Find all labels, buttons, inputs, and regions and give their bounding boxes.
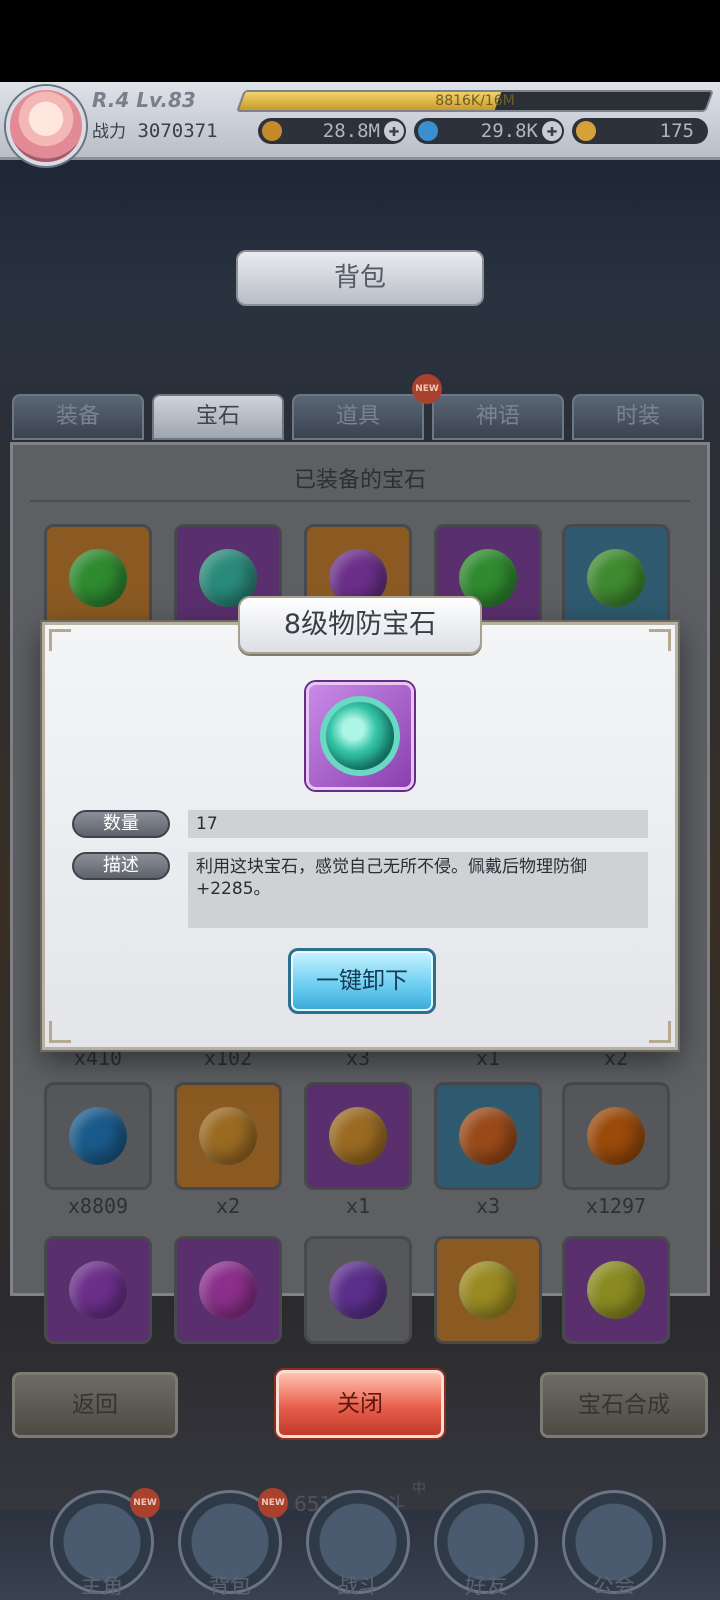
nav-bag-label: 背包 [209,1574,251,1598]
tab-divine-words[interactable]: 神语 [432,394,564,440]
inventory-gem-slot[interactable] [174,1236,282,1344]
gem-icon [69,549,127,607]
nav-guild-label: 公会 [593,1574,635,1598]
player-avatar[interactable] [6,86,86,166]
tab-fashion[interactable]: 时装 [572,394,704,440]
new-badge: NEW [130,1488,160,1518]
tab-equipment[interactable]: 装备 [12,394,144,440]
corner-ornament [649,1021,671,1043]
exp-text: 8816K/16M [435,93,515,109]
diamond-resource: 29.8K ✚ [414,118,564,144]
inventory-gem-slot[interactable] [44,1082,152,1190]
gem-icon [329,1261,387,1319]
divider [30,500,690,502]
gem-icon [199,1107,257,1165]
nav-battle-label: 战斗 [337,1574,379,1598]
gem-quantity: x8809 [67,1194,129,1218]
inventory-gem-slot[interactable] [44,1236,152,1344]
nav-friends-label: 好友 [465,1574,507,1598]
description-label: 描述 [72,852,170,880]
unequip-all-button[interactable]: 一键卸下 [288,948,436,1014]
game-screen: R.4 Lv.83 8816K/16M 战力 3070371 28.8M ✚ 2… [0,0,720,1600]
gem-icon [587,1261,645,1319]
combat-power-label: 战力 [92,122,126,142]
add-diamond-button[interactable]: ✚ [542,121,562,141]
corner-ornament [649,629,671,651]
gem-icon [459,1261,517,1319]
add-gold-button[interactable]: ✚ [384,121,404,141]
gem-icon [459,1107,517,1165]
gem-icon [199,1261,257,1319]
inventory-gem-slot[interactable] [434,1236,542,1344]
gem-quantity: x2 [215,1194,241,1218]
rank-level: R.4 Lv.83 [92,88,196,112]
corner-ornament [49,1021,71,1043]
combat-power-value: 3070371 [137,120,218,142]
gold-resource: 28.8M ✚ [258,118,406,144]
combat-power: 战力 3070371 [92,118,242,144]
page-title: 背包 [236,250,484,306]
gem-icon [587,549,645,607]
inventory-gem-slot[interactable] [562,1082,670,1190]
new-badge: NEW [412,374,442,404]
tab-gems[interactable]: 宝石 [152,394,284,440]
corner-ornament [49,629,71,651]
gem-quantity: x1 [345,1194,371,1218]
stage-status: 中 [412,1481,426,1497]
dialog-title: 8级物防宝石 [238,596,482,654]
inventory-gem-slot[interactable] [304,1236,412,1344]
description-text: 利用这块宝石，感觉自己无所不侵。佩戴后物理防御+2285。 [188,852,648,928]
quantity-value: 17 [188,810,648,838]
nav-hero-label: 主角 [81,1574,123,1598]
teal-gem-icon [326,702,394,770]
equipped-gems-heading: 已装备的宝石 [293,468,426,493]
gem-icon [329,1107,387,1165]
quantity-label: 数量 [72,810,170,838]
diamond-value: 29.8K [480,120,538,142]
tab-items[interactable]: 道具 [292,394,424,440]
ticket-value: 175 [659,120,694,142]
gem-quantity: x3 [475,1194,501,1218]
close-button[interactable]: 关闭 [276,1370,444,1438]
new-badge: NEW [258,1488,288,1518]
gem-icon [69,1261,127,1319]
gold-value: 28.8M [322,120,380,142]
equipped-gem-slot[interactable] [562,524,670,632]
gem-quantity: x1297 [585,1194,647,1218]
gem-icon [587,1107,645,1165]
back-button[interactable]: 返回 [12,1372,178,1438]
gem-icon [69,1107,127,1165]
inventory-gem-slot[interactable] [562,1236,670,1344]
inventory-gem-slot[interactable] [304,1082,412,1190]
gem-synthesis-button[interactable]: 宝石合成 [540,1372,708,1438]
inventory-gem-slot[interactable] [174,1082,282,1190]
ticket-resource: 175 [572,118,708,144]
inventory-gem-slot[interactable] [434,1082,542,1190]
equipped-gem-slot[interactable] [44,524,152,632]
